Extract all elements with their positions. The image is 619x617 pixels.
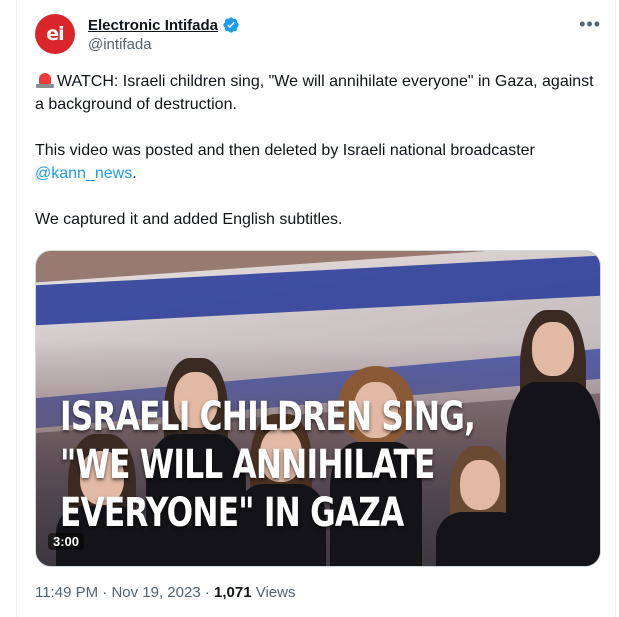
tweet-paragraph-2: This video was posted and then deleted b… bbox=[35, 139, 595, 185]
tweet-line-1: WATCH: Israeli children sing, "We will a… bbox=[35, 73, 594, 113]
video-player[interactable]: ISRAELI CHILDREN SING, "WE WILL ANNIHILA… bbox=[35, 250, 601, 567]
meta-separator: · bbox=[102, 584, 108, 601]
author-name-row: Electronic Intifada bbox=[88, 16, 240, 34]
tweet-line-2-suffix: . bbox=[132, 165, 137, 182]
caption-line-2: "WE WILL ANNIHILATE bbox=[60, 442, 435, 488]
tweet-meta: 11:49 PM · Nov 19, 2023 · 1,071 Views bbox=[35, 584, 295, 601]
tweet-paragraph-1: WATCH: Israeli children sing, "We will a… bbox=[35, 70, 595, 116]
tweet-time[interactable]: 11:49 PM bbox=[35, 584, 98, 601]
verified-badge-icon bbox=[222, 16, 240, 34]
avatar[interactable]: ei bbox=[35, 14, 75, 54]
views-label: Views bbox=[255, 584, 296, 601]
meta-separator: · bbox=[204, 584, 210, 601]
caption-line-1: ISRAELI CHILDREN SING, bbox=[60, 394, 476, 440]
views-count: 1,071 bbox=[214, 584, 252, 601]
video-caption: ISRAELI CHILDREN SING, "WE WILL ANNIHILA… bbox=[60, 393, 476, 537]
more-options-icon[interactable]: ••• bbox=[579, 14, 601, 35]
tweet-text: WATCH: Israeli children sing, "We will a… bbox=[35, 70, 595, 254]
video-duration: 3:00 bbox=[48, 533, 85, 550]
tweet-line-2: This video was posted and then deleted b… bbox=[35, 142, 535, 159]
caption-line-3: EVERYONE" IN GAZA bbox=[60, 490, 404, 536]
mention-link[interactable]: @kann_news bbox=[35, 165, 132, 182]
tweet-line-3: We captured it and added English subtitl… bbox=[35, 211, 343, 228]
tweet-date[interactable]: Nov 19, 2023 bbox=[111, 584, 200, 601]
author-display-name[interactable]: Electronic Intifada bbox=[88, 17, 218, 34]
tweet-paragraph-3: We captured it and added English subtitl… bbox=[35, 208, 595, 231]
author-handle[interactable]: @intifada bbox=[88, 36, 152, 53]
siren-icon bbox=[35, 73, 55, 88]
child-figure bbox=[506, 286, 600, 566]
